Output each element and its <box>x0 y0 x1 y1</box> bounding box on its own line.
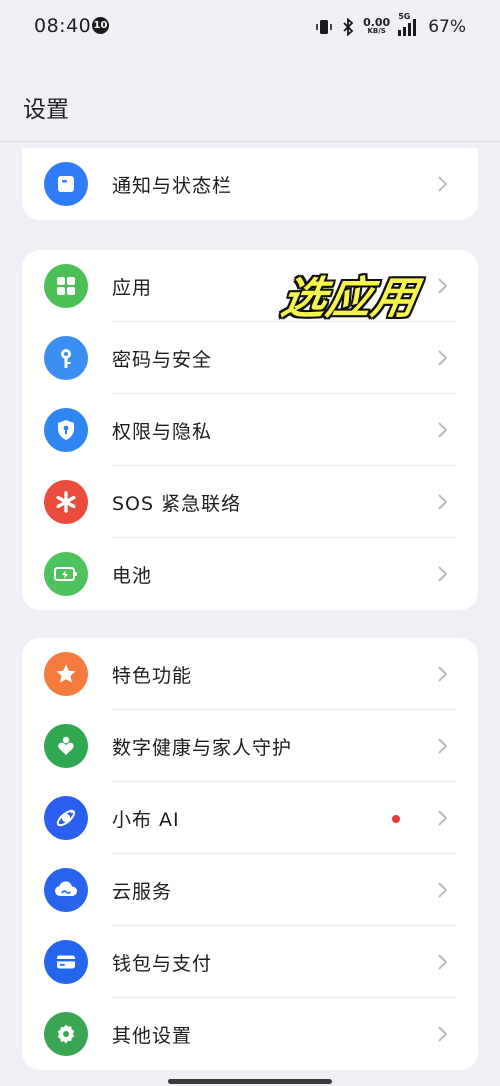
settings-item-permissions-privacy[interactable]: 权限与隐私 <box>22 394 478 466</box>
page-title: 设置 <box>23 97 69 123</box>
shield-lock-icon <box>44 408 88 452</box>
settings-item-label: 小布 AI <box>112 808 180 831</box>
bluetooth-icon <box>343 18 354 36</box>
cloud-icon <box>44 868 88 912</box>
header: 设置 <box>0 54 500 142</box>
chevron-right-icon <box>438 176 448 192</box>
notification-count-badge: 10 <box>92 17 109 34</box>
settings-item-digital-wellbeing[interactable]: 数字健康与家人守护 <box>22 710 478 782</box>
settings-item-notifications[interactable]: 通知与状态栏 <box>22 148 478 220</box>
chevron-right-icon <box>438 422 448 438</box>
network-speed-unit: KB/S <box>367 27 386 35</box>
chevron-right-icon <box>438 810 448 826</box>
settings-item-label: SOS 紧急联络 <box>112 492 242 515</box>
settings-item-label: 应用 <box>112 276 153 299</box>
chevron-right-icon <box>438 494 448 510</box>
notification-icon <box>44 162 88 206</box>
key-icon <box>44 336 88 380</box>
settings-item-label: 电池 <box>112 564 153 587</box>
vibrate-icon <box>316 20 332 34</box>
chevron-right-icon <box>438 882 448 898</box>
settings-item-label: 权限与隐私 <box>112 420 213 443</box>
new-badge-dot <box>392 815 400 823</box>
ai-assistant-icon <box>44 796 88 840</box>
settings-item-label: 密码与安全 <box>112 348 213 371</box>
settings-item-label: 特色功能 <box>112 664 193 687</box>
settings-item-label: 云服务 <box>112 880 173 903</box>
gear-icon <box>44 1012 88 1056</box>
settings-item-features[interactable]: 特色功能 <box>22 638 478 710</box>
settings-group-2: 应用 密码与安全 权限与隐私 SOS 紧急联络 电池 <box>22 250 478 610</box>
settings-item-label: 其他设置 <box>112 1024 193 1047</box>
wallet-icon <box>44 940 88 984</box>
chevron-right-icon <box>438 666 448 682</box>
chevron-right-icon <box>438 1026 448 1042</box>
asterisk-icon <box>44 480 88 524</box>
settings-item-label: 数字健康与家人守护 <box>112 736 293 759</box>
settings-group-3: 特色功能 数字健康与家人守护 小布 AI 云服务 钱包与支付 其他设置 <box>22 638 478 1070</box>
status-bar: 08:40 10 0.00 KB/S 5G 67% <box>0 0 500 54</box>
chevron-right-icon <box>438 738 448 754</box>
settings-item-label: 钱包与支付 <box>112 952 213 975</box>
chevron-right-icon <box>438 954 448 970</box>
status-time: 08:40 <box>34 15 92 37</box>
settings-item-wallet[interactable]: 钱包与支付 <box>22 926 478 998</box>
signal-indicator: 5G <box>398 12 420 36</box>
battery-icon <box>44 552 88 596</box>
chevron-right-icon <box>438 350 448 366</box>
settings-item-other[interactable]: 其他设置 <box>22 998 478 1070</box>
status-icons: 0.00 KB/S 5G 67% <box>315 12 466 40</box>
apps-grid-icon <box>44 264 88 308</box>
settings-item-sos[interactable]: SOS 紧急联络 <box>22 466 478 538</box>
network-type: 5G <box>398 12 411 21</box>
star-icon <box>44 652 88 696</box>
home-indicator[interactable] <box>168 1079 332 1084</box>
wellbeing-icon <box>44 724 88 768</box>
network-speed: 0.00 KB/S <box>363 16 391 36</box>
settings-item-apps[interactable]: 应用 <box>22 250 478 322</box>
chevron-right-icon <box>438 278 448 294</box>
header-divider <box>0 141 500 142</box>
settings-item-password-security[interactable]: 密码与安全 <box>22 322 478 394</box>
settings-item-label: 通知与状态栏 <box>112 174 233 197</box>
settings-item-cloud[interactable]: 云服务 <box>22 854 478 926</box>
battery-percent: 67% <box>428 17 466 37</box>
settings-item-battery[interactable]: 电池 <box>22 538 478 610</box>
settings-item-ai-assistant[interactable]: 小布 AI <box>22 782 478 854</box>
network-speed-value: 0.00 <box>363 16 391 29</box>
settings-group-1: 通知与状态栏 <box>22 148 478 220</box>
chevron-right-icon <box>438 566 448 582</box>
